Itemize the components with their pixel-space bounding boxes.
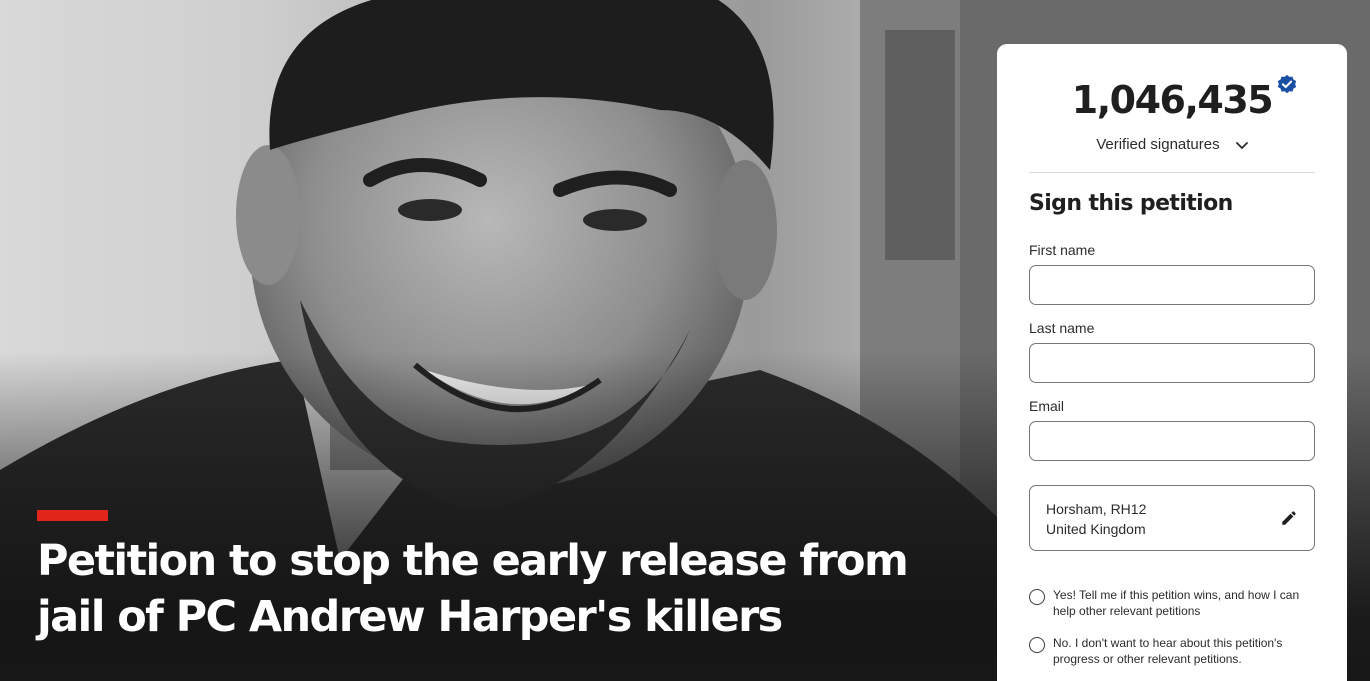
location-city: Horsham, RH12 [1046,501,1147,517]
petition-page: Petition to stop the early release from … [0,0,1370,681]
verified-signatures-label: Verified signatures [1096,136,1220,153]
location-country: United Kingdom [1046,521,1146,537]
sign-form-title: Sign this petition [1029,191,1233,216]
email-label: Email [1029,398,1065,414]
last-name-label: Last name [1029,320,1095,336]
pencil-icon[interactable] [1280,509,1298,527]
email-field[interactable] [1029,421,1315,461]
opt-in-text: Yes! Tell me if this petition wins, and … [1053,588,1300,618]
chevron-down-icon [1235,137,1248,154]
card-divider [1029,172,1315,173]
opt-in-radio[interactable] [1029,589,1045,605]
first-name-field[interactable] [1029,265,1315,305]
verified-badge-icon [1278,74,1297,94]
signature-count-value: 1,046,435 [1071,78,1274,122]
opt-out-radio[interactable] [1029,637,1045,653]
last-name-field[interactable] [1029,343,1315,383]
signature-count: 1,046,435 [1071,74,1297,122]
verified-signatures-toggle[interactable]: Verified signatures [997,136,1347,154]
first-name-label: First name [1029,242,1096,258]
title-accent-bar [37,510,108,521]
signature-count-row: 1,046,435 [997,74,1347,122]
petition-title: Petition to stop the early release from … [37,536,909,642]
sign-card: 1,046,435 Verified signatures Sign this … [997,44,1347,681]
opt-out-text: No. I don't want to hear about this peti… [1053,636,1283,666]
location-box: Horsham, RH12 United Kingdom [1029,485,1315,551]
